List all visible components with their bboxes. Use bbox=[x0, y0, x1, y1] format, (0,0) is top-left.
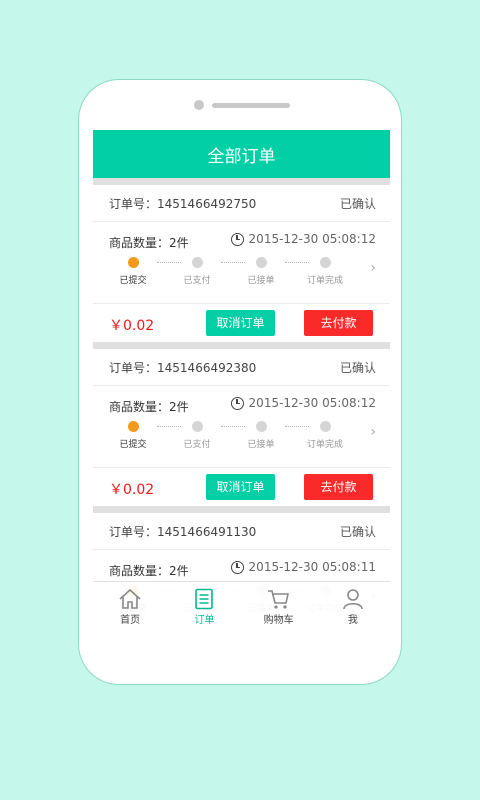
order-number-value: 1451466491130 bbox=[157, 524, 257, 539]
order-number-value: 1451466492380 bbox=[157, 360, 257, 375]
page-header: 全部订单 bbox=[93, 130, 390, 178]
order-number: 订单号：1451466492750 bbox=[109, 195, 256, 212]
step-item: 已提交 bbox=[105, 257, 161, 286]
clock-icon bbox=[230, 560, 244, 574]
order-card[interactable]: 订单号：1451466492750 已确认 商品数量：2件 2015-12-30… bbox=[93, 185, 390, 342]
order-time-value: 2015-12-30 05:08:11 bbox=[248, 560, 376, 574]
tab-me[interactable]: 我 bbox=[316, 582, 390, 630]
clock-icon bbox=[230, 396, 244, 410]
pay-button[interactable]: 去付款 bbox=[304, 474, 373, 500]
order-price: ￥0.02 bbox=[109, 318, 155, 334]
order-header: 订单号：1451466492380 已确认 bbox=[93, 349, 390, 386]
user-icon bbox=[343, 589, 363, 610]
speaker-slot bbox=[212, 103, 290, 108]
item-quantity: 商品数量：2件 bbox=[109, 398, 189, 415]
bottom-tab-bar: 首页 订单 购物车 我 bbox=[93, 581, 390, 630]
item-quantity: 商品数量：2件 bbox=[109, 562, 189, 579]
item-quantity-label: 商品数量： bbox=[109, 400, 170, 414]
step-dot bbox=[319, 421, 331, 432]
order-status: 已确认 bbox=[339, 196, 376, 211]
step-dot bbox=[127, 257, 139, 268]
chevron-right-icon[interactable]: › bbox=[370, 424, 376, 440]
step-label: 订单完成 bbox=[306, 440, 343, 450]
order-actions: ￥0.02 取消订单 去付款 bbox=[93, 468, 390, 506]
item-quantity: 商品数量：2件 bbox=[109, 234, 189, 251]
order-number: 订单号：1451466491130 bbox=[109, 523, 256, 540]
cancel-order-button[interactable]: 取消订单 bbox=[206, 474, 275, 500]
item-quantity-label: 商品数量： bbox=[109, 564, 170, 578]
clock-icon bbox=[230, 232, 244, 246]
step-dot bbox=[319, 257, 331, 268]
step-item: 已接单 bbox=[233, 257, 289, 286]
order-number-value: 1451466492750 bbox=[157, 196, 257, 211]
item-quantity-value: 2件 bbox=[169, 564, 189, 578]
phone-frame: 全部订单 订单号：1451466492750 已确认 商品数量：2件 2015-… bbox=[79, 80, 401, 684]
tab-cart[interactable]: 购物车 bbox=[242, 582, 316, 630]
page-title: 全部订单 bbox=[207, 146, 276, 167]
order-time-value: 2015-12-30 05:08:12 bbox=[248, 232, 376, 246]
tab-label: 我 bbox=[347, 615, 358, 626]
section-divider bbox=[93, 178, 390, 185]
app-screen: 全部订单 订单号：1451466492750 已确认 商品数量：2件 2015-… bbox=[93, 130, 390, 630]
step-item: 已支付 bbox=[169, 257, 225, 286]
order-time: 2015-12-30 05:08:11 bbox=[230, 560, 376, 574]
order-list: 订单号：1451466492750 已确认 商品数量：2件 2015-12-30… bbox=[93, 178, 390, 630]
chevron-right-icon[interactable]: › bbox=[370, 260, 376, 276]
order-progress[interactable]: 商品数量：2件 2015-12-30 05:08:12 已提交 已支付 已接单 … bbox=[93, 386, 390, 468]
step-dot bbox=[127, 421, 139, 432]
item-quantity-value: 2件 bbox=[169, 236, 189, 250]
tab-label: 购物车 bbox=[263, 615, 294, 626]
step-dot bbox=[191, 257, 203, 268]
step-label: 已提交 bbox=[119, 276, 147, 286]
section-divider bbox=[93, 342, 390, 349]
order-header: 订单号：1451466491130 已确认 bbox=[93, 513, 390, 550]
order-number: 订单号：1451466492380 bbox=[109, 359, 256, 376]
camera-dot bbox=[194, 100, 204, 110]
home-icon bbox=[119, 588, 141, 609]
order-progress[interactable]: 商品数量：2件 2015-12-30 05:08:12 已提交 已支付 已接单 … bbox=[93, 222, 390, 304]
cancel-order-button[interactable]: 取消订单 bbox=[206, 310, 275, 336]
order-number-label: 订单号： bbox=[109, 196, 158, 211]
item-quantity-value: 2件 bbox=[169, 400, 189, 414]
order-time: 2015-12-30 05:08:12 bbox=[230, 232, 376, 246]
progress-steps: 已提交 已支付 已接单 订单完成 bbox=[115, 257, 365, 287]
cart-icon bbox=[267, 590, 289, 609]
order-list-icon bbox=[195, 588, 214, 610]
tab-label: 订单 bbox=[194, 615, 215, 626]
step-label: 已接单 bbox=[247, 440, 275, 450]
step-item: 已接单 bbox=[233, 421, 289, 450]
order-actions: ￥0.02 取消订单 去付款 bbox=[93, 304, 390, 342]
section-divider bbox=[93, 506, 390, 513]
step-label: 订单完成 bbox=[306, 276, 343, 286]
step-label: 已支付 bbox=[183, 276, 211, 286]
order-card[interactable]: 订单号：1451466492380 已确认 商品数量：2件 2015-12-30… bbox=[93, 349, 390, 506]
order-price: ￥0.02 bbox=[109, 482, 155, 498]
order-time-value: 2015-12-30 05:08:12 bbox=[248, 396, 376, 410]
item-quantity-label: 商品数量： bbox=[109, 236, 170, 250]
step-item: 已支付 bbox=[169, 421, 225, 450]
order-time: 2015-12-30 05:08:12 bbox=[230, 396, 376, 410]
order-status: 已确认 bbox=[339, 524, 376, 539]
order-status: 已确认 bbox=[339, 360, 376, 375]
tab-home[interactable]: 首页 bbox=[93, 582, 167, 630]
order-number-label: 订单号： bbox=[109, 524, 158, 539]
progress-steps: 已提交 已支付 已接单 订单完成 bbox=[115, 421, 365, 451]
step-dot bbox=[255, 257, 267, 268]
step-dot bbox=[191, 421, 203, 432]
order-header: 订单号：1451466492750 已确认 bbox=[93, 185, 390, 222]
step-dot bbox=[255, 421, 267, 432]
order-number-label: 订单号： bbox=[109, 360, 158, 375]
step-item: 已提交 bbox=[105, 421, 161, 450]
step-item: 订单完成 bbox=[297, 257, 353, 286]
pay-button[interactable]: 去付款 bbox=[304, 310, 373, 336]
tab-label: 首页 bbox=[120, 615, 141, 626]
step-label: 已提交 bbox=[119, 440, 147, 450]
tab-orders[interactable]: 订单 bbox=[167, 582, 241, 630]
step-item: 订单完成 bbox=[297, 421, 353, 450]
step-label: 已支付 bbox=[183, 440, 211, 450]
step-label: 已接单 bbox=[247, 276, 275, 286]
